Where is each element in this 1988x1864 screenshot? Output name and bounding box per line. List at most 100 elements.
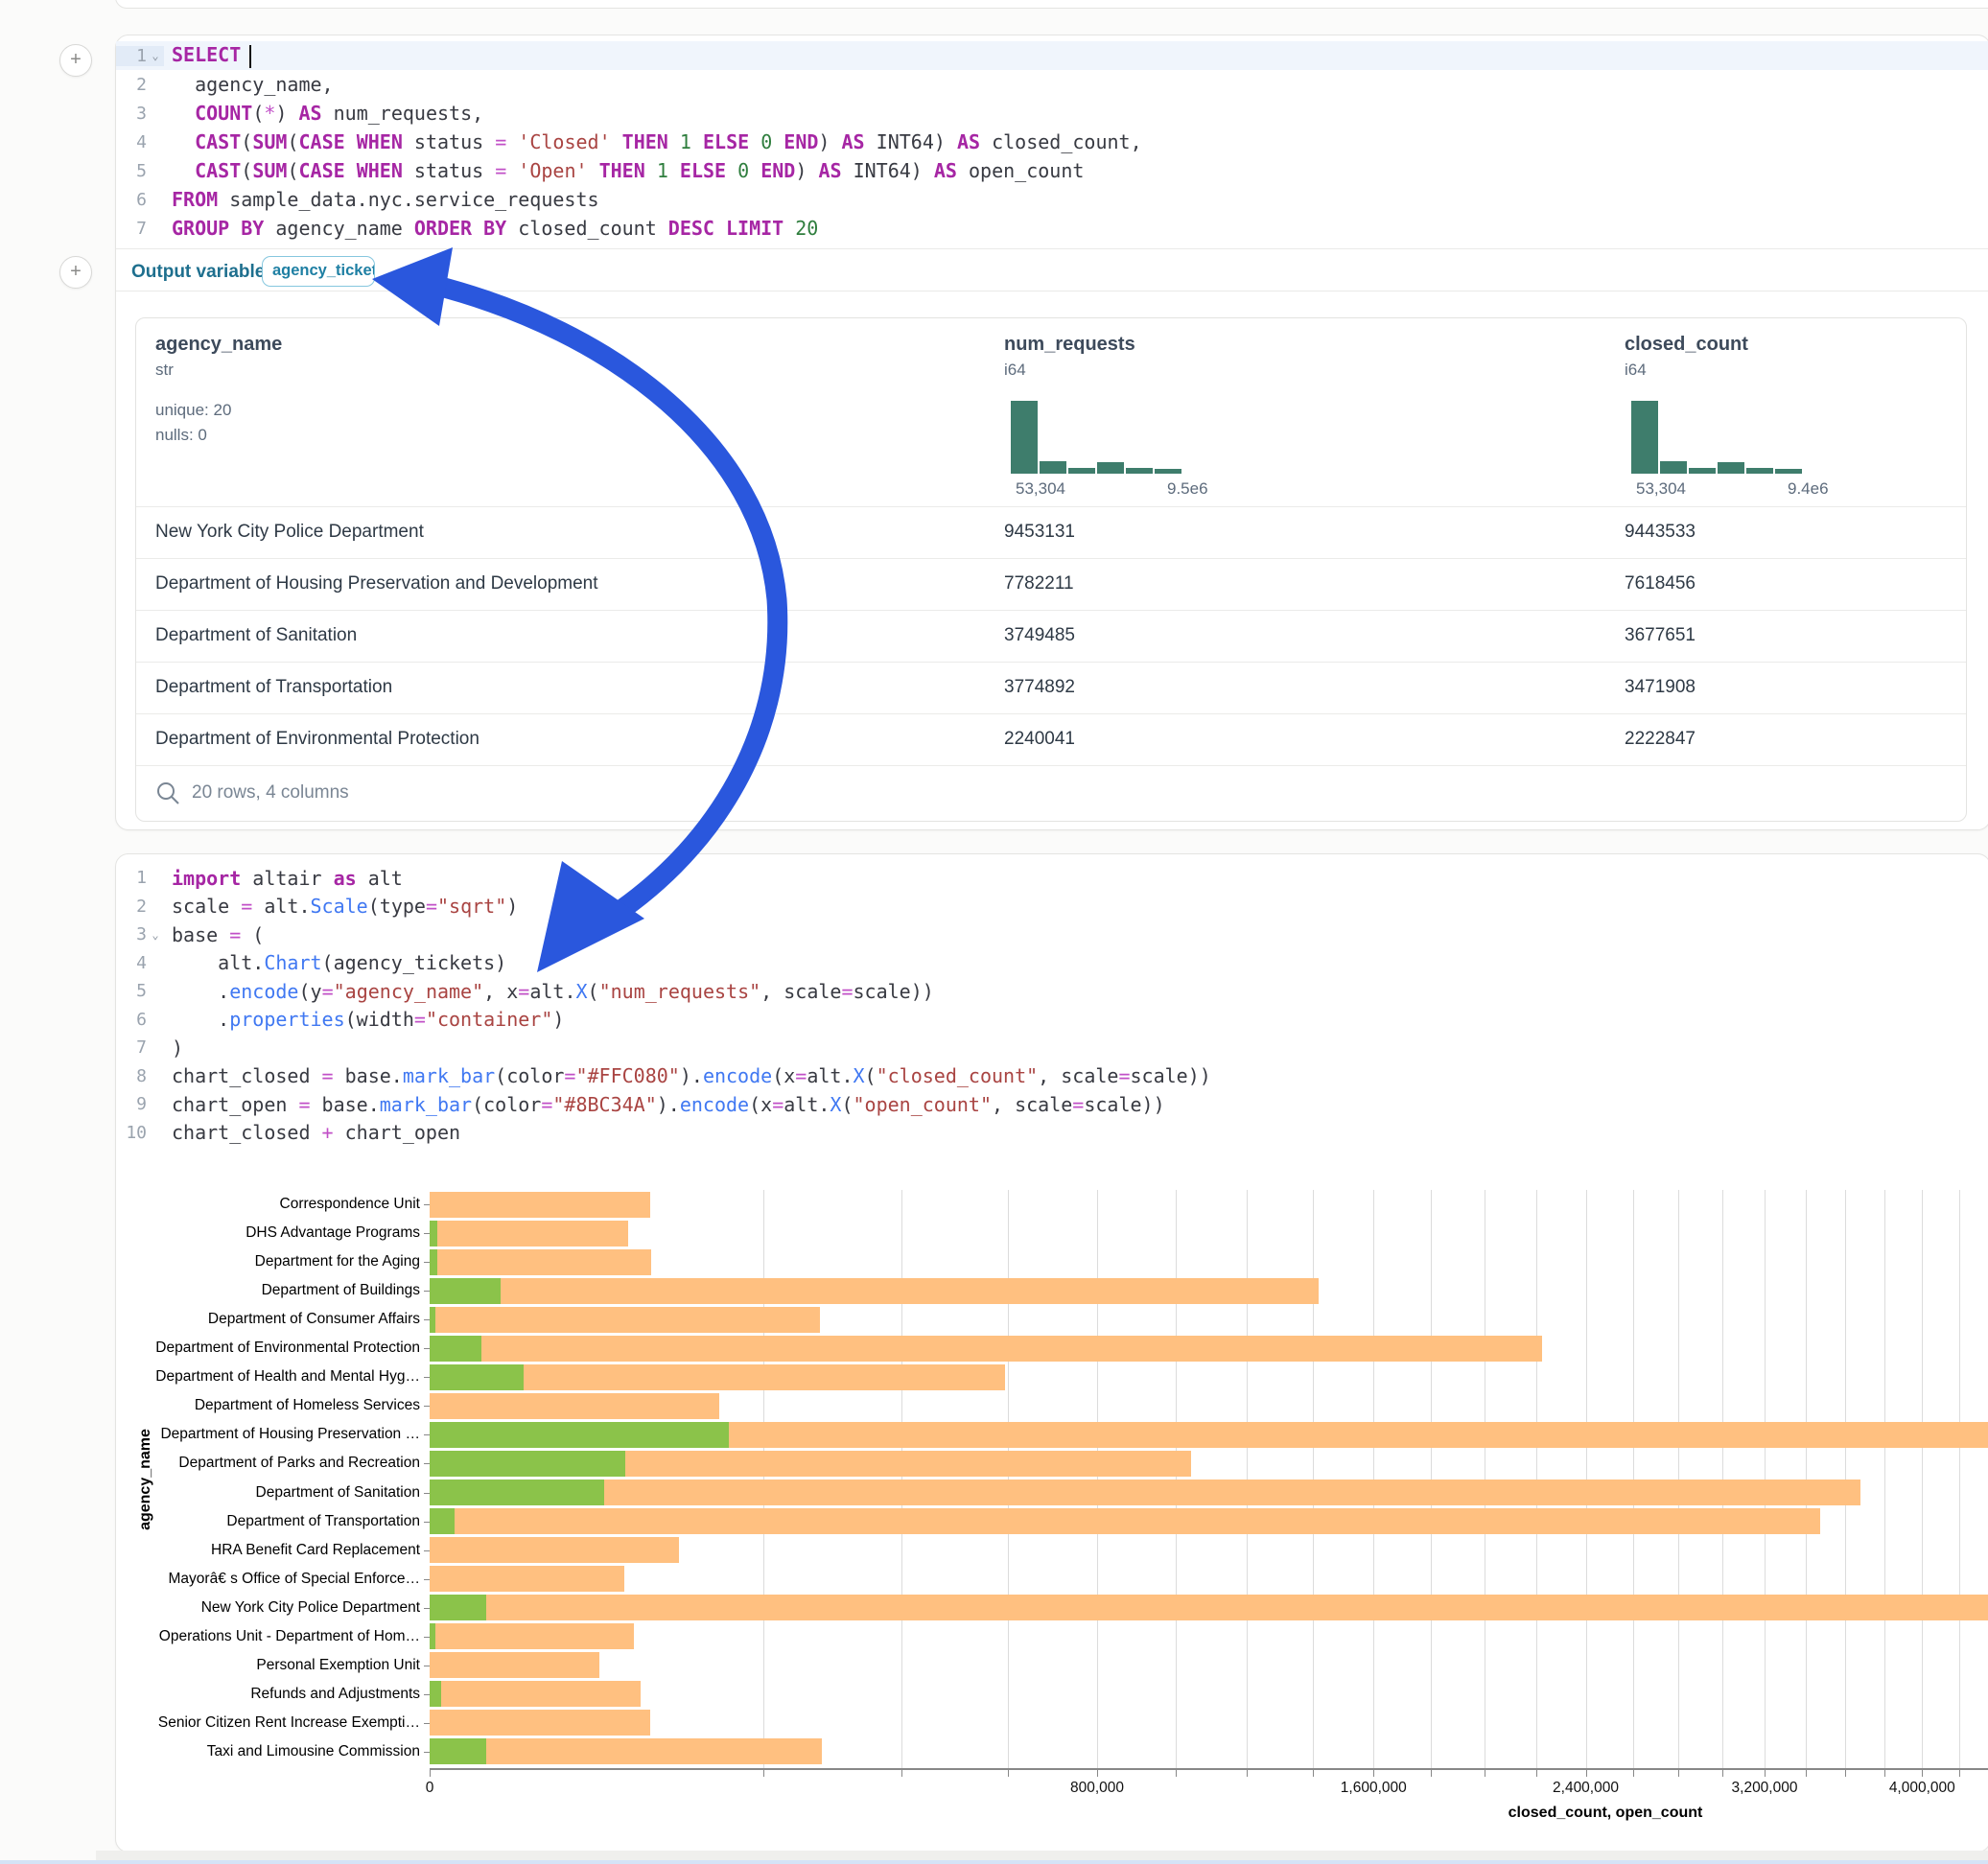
column-stat: unique: 20: [155, 401, 231, 420]
line-number-gutter: 2: [116, 897, 164, 917]
line-number: 1: [118, 868, 147, 888]
line-number-gutter: 2: [116, 75, 164, 95]
line-number: 8: [118, 1066, 147, 1086]
add-cell-button[interactable]: +: [59, 256, 92, 289]
table-footer-divider: [136, 765, 1966, 766]
code-text[interactable]: import altair as alt: [164, 867, 403, 890]
table-row[interactable]: Department of Sanitation37494853677651: [136, 610, 1966, 663]
histogram-min-label: 53,304: [1016, 479, 1065, 499]
code-text[interactable]: scale = alt.Scale(type="sqrt"): [164, 895, 518, 918]
python-code-editor[interactable]: 1import altair as alt2scale = alt.Scale(…: [116, 864, 1988, 1147]
fold-chevron-icon[interactable]: ⌄: [147, 928, 164, 942]
line-number-gutter: 5: [116, 161, 164, 181]
column-type: i64: [1625, 361, 1647, 380]
code-text[interactable]: agency_name,: [164, 73, 334, 96]
code-line[interactable]: 7GROUP BY agency_name ORDER BY closed_co…: [116, 214, 1988, 243]
table-row[interactable]: New York City Police Department945313194…: [136, 506, 1966, 559]
histogram-bar: [1689, 468, 1716, 474]
code-line[interactable]: 4 CAST(SUM(CASE WHEN status = 'Closed' T…: [116, 128, 1988, 156]
histogram-bar: [1660, 461, 1687, 474]
line-number: 4: [118, 132, 147, 152]
column-type: str: [155, 361, 174, 380]
code-text[interactable]: alt.Chart(agency_tickets): [164, 951, 506, 974]
line-number-gutter: 6: [116, 1010, 164, 1030]
code-text[interactable]: .properties(width="container"): [164, 1008, 564, 1031]
code-line[interactable]: 2scale = alt.Scale(type="sqrt"): [116, 893, 1988, 921]
line-number: 4: [118, 953, 147, 973]
value-cell: 3774892: [1004, 677, 1075, 698]
histogram-bar: [1011, 401, 1038, 474]
line-number-gutter: 4: [116, 953, 164, 973]
column-header[interactable]: closed_count: [1625, 334, 1748, 356]
code-text[interactable]: base = (: [164, 923, 264, 946]
text-cursor: [249, 45, 251, 68]
code-text[interactable]: CAST(SUM(CASE WHEN status = 'Closed' THE…: [164, 130, 1142, 153]
code-line[interactable]: 2 agency_name,: [116, 70, 1988, 99]
code-text[interactable]: CAST(SUM(CASE WHEN status = 'Open' THEN …: [164, 159, 1084, 182]
x-axis-title: closed_count, open_count: [1509, 1805, 1703, 1822]
code-text[interactable]: chart_closed = base.mark_bar(color="#FFC…: [164, 1064, 1211, 1087]
python-cell-card: 1import altair as alt2scale = alt.Scale(…: [115, 853, 1988, 1852]
code-line[interactable]: 3 COUNT(*) AS num_requests,: [116, 99, 1988, 128]
value-cell: 3471908: [1625, 677, 1696, 698]
code-line[interactable]: 7): [116, 1034, 1988, 1062]
code-line[interactable]: 9chart_open = base.mark_bar(color="#8BC3…: [116, 1090, 1988, 1119]
line-number-gutter: 7: [116, 219, 164, 239]
code-line[interactable]: 1⌄SELECT: [116, 41, 1988, 70]
histogram-bar: [1718, 462, 1744, 474]
code-text[interactable]: ): [164, 1037, 183, 1060]
output-variable-pill[interactable]: agency_tickets: [262, 256, 375, 287]
table-row-count: 20 rows, 4 columns: [192, 782, 349, 804]
code-text[interactable]: chart_open = base.mark_bar(color="#8BC34…: [164, 1093, 1165, 1116]
line-number-gutter: 4: [116, 132, 164, 152]
code-line[interactable]: 6FROM sample_data.nyc.service_requests: [116, 185, 1988, 214]
histogram-bar: [1097, 462, 1124, 474]
code-line[interactable]: 10chart_closed + chart_open: [116, 1119, 1988, 1148]
table-row[interactable]: Department of Housing Preservation and D…: [136, 558, 1966, 611]
value-cell: 3749485: [1004, 625, 1075, 646]
search-icon[interactable]: [155, 781, 180, 805]
line-number-gutter: 5: [116, 981, 164, 1001]
code-text[interactable]: SELECT: [164, 43, 251, 68]
line-number: 2: [118, 75, 147, 95]
code-line[interactable]: 5 CAST(SUM(CASE WHEN status = 'Open' THE…: [116, 156, 1988, 185]
value-cell: 7618456: [1625, 573, 1696, 594]
column-header[interactable]: num_requests: [1004, 334, 1135, 356]
page-bottom-strip: [96, 1851, 1988, 1860]
fold-chevron-icon[interactable]: ⌄: [147, 49, 164, 62]
column-header[interactable]: agency_name: [155, 334, 282, 356]
sql-code-editor[interactable]: 1⌄SELECT2 agency_name,3 COUNT(*) AS num_…: [116, 41, 1988, 243]
histogram-max-label: 9.4e6: [1788, 479, 1829, 499]
code-line[interactable]: 5 .encode(y="agency_name", x=alt.X("num_…: [116, 977, 1988, 1006]
column-type: i64: [1004, 361, 1026, 380]
code-line[interactable]: 1 import altair as alt: [116, 864, 1988, 893]
table-row[interactable]: Department of Environmental Protection22…: [136, 713, 1966, 766]
histogram-max-label: 9.5e6: [1167, 479, 1208, 499]
line-number: 1: [118, 46, 147, 66]
line-number-gutter: 3: [116, 104, 164, 124]
output-variable-label: Output variable:: [131, 262, 271, 283]
line-number: 6: [118, 1010, 147, 1030]
add-cell-button[interactable]: +: [59, 44, 92, 77]
agency-name-cell: New York City Police Department: [155, 522, 424, 543]
code-line[interactable]: 3⌄base = (: [116, 920, 1988, 949]
code-text[interactable]: FROM sample_data.nyc.service_requests: [164, 188, 599, 211]
previous-cell-remnant: [115, 0, 1988, 9]
histogram-bar: [1155, 469, 1181, 474]
agency-name-cell: Department of Transportation: [155, 677, 392, 698]
code-text[interactable]: .encode(y="agency_name", x=alt.X("num_re…: [164, 980, 934, 1003]
sql-cell-card: 1⌄SELECT2 agency_name,3 COUNT(*) AS num_…: [115, 35, 1988, 830]
histogram-bar: [1068, 468, 1095, 474]
table-preview-card: agency_namestrunique: 20nulls: 0num_requ…: [135, 317, 1967, 822]
value-cell: 9443533: [1625, 522, 1696, 543]
code-text[interactable]: GROUP BY agency_name ORDER BY closed_cou…: [164, 217, 818, 240]
code-line[interactable]: 4 alt.Chart(agency_tickets): [116, 949, 1988, 978]
code-text[interactable]: chart_closed + chart_open: [164, 1121, 460, 1144]
line-number: 5: [118, 161, 147, 181]
value-cell: 3677651: [1625, 625, 1696, 646]
code-line[interactable]: 6 .properties(width="container"): [116, 1006, 1988, 1035]
code-line[interactable]: 8 chart_closed = base.mark_bar(color="#FF…: [116, 1062, 1988, 1091]
line-number-gutter: 1: [116, 868, 164, 888]
code-text[interactable]: COUNT(*) AS num_requests,: [164, 102, 483, 125]
table-row[interactable]: Department of Transportation 3774892 34719…: [136, 662, 1966, 714]
